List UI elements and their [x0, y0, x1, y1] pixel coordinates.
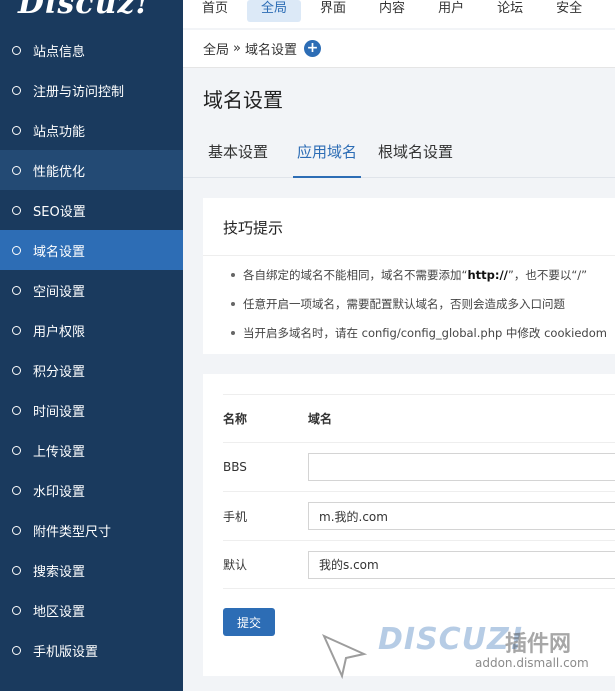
circle-icon: [12, 405, 21, 415]
circle-icon: [12, 645, 21, 655]
sidebar-item-site-features[interactable]: 站点功能: [0, 110, 183, 150]
row-label: 默认: [223, 558, 248, 572]
sidebar-item-watermark[interactable]: 水印设置: [0, 470, 183, 510]
sidebar-item-register-access[interactable]: 注册与访问控制: [0, 70, 183, 110]
col-domain-header: 域名: [308, 412, 333, 426]
sidebar-item-label: 站点信息: [33, 44, 86, 60]
nav-content[interactable]: 内容: [365, 0, 419, 22]
sidebar-item-region[interactable]: 地区设置: [0, 590, 183, 630]
breadcrumb-root[interactable]: 全局: [203, 39, 229, 58]
sidebar-item-label: 地区设置: [33, 604, 86, 620]
sidebar-item-user-permissions[interactable]: 用户权限: [0, 310, 183, 350]
circle-icon: [12, 85, 21, 95]
tip-bold: http://: [467, 268, 508, 282]
sidebar-item-label: 积分设置: [33, 364, 86, 380]
nav-users[interactable]: 用户: [424, 0, 478, 22]
mobile-domain-input[interactable]: [308, 502, 615, 530]
tips-panel: 技巧提示 各自绑定的域名不能相同，域名不需要添加“http://”，也不要以“/…: [203, 198, 615, 354]
sidebar-item-mobile[interactable]: 手机版设置: [0, 630, 183, 670]
sidebar-item-space[interactable]: 空间设置: [0, 270, 183, 310]
sidebar-menu: 站点信息 注册与访问控制 站点功能 性能优化 SEO设置 域名设置 空间设置 用…: [0, 30, 183, 670]
circle-icon: [12, 205, 21, 215]
tips-title: 技巧提示: [203, 198, 615, 256]
page-title: 域名设置: [203, 88, 283, 112]
sidebar-item-credits[interactable]: 积分设置: [0, 350, 183, 390]
add-shortcut-icon[interactable]: +: [304, 40, 321, 57]
form-row-default: 默认: [223, 540, 615, 589]
circle-icon: [12, 45, 21, 55]
col-name-header: 名称: [223, 412, 248, 426]
sidebar-item-upload[interactable]: 上传设置: [0, 430, 183, 470]
nav-interface[interactable]: 界面: [306, 0, 360, 22]
tab-app-domain[interactable]: 应用域名: [293, 130, 362, 178]
default-domain-input[interactable]: [308, 550, 615, 579]
breadcrumb-current: 域名设置: [244, 43, 297, 58]
circle-icon: [12, 365, 21, 375]
circle-icon: [12, 605, 21, 615]
sidebar-item-performance[interactable]: 性能优化: [0, 150, 183, 190]
circle-icon: [12, 445, 21, 455]
sidebar-item-search[interactable]: 搜索设置: [0, 550, 183, 590]
sidebar-item-label: 搜索设置: [33, 564, 86, 580]
sidebar-item-label: 域名设置: [33, 244, 86, 260]
sidebar-item-label: 站点功能: [33, 124, 86, 140]
row-label: 手机: [223, 509, 248, 524]
breadcrumb-separator: »: [233, 41, 241, 56]
sidebar-item-label: 附件类型尺寸: [33, 524, 112, 540]
sidebar-item-label: 时间设置: [33, 404, 86, 420]
sidebar-item-label: 上传设置: [33, 444, 86, 460]
tip-text: ”，也不要以“/”: [507, 268, 588, 282]
sidebar-item-label: 空间设置: [33, 284, 86, 300]
tip-item: 当开启多域名时，请在 config/config_global.php 中修改 …: [203, 319, 615, 348]
sidebar-item-label: 手机版设置: [33, 644, 99, 660]
discuz-logo[interactable]: Discuz!: [0, 0, 183, 30]
tip-text: 当开启多域名时，请在 config/config_global.php 中修改 …: [243, 326, 607, 340]
nav-forum[interactable]: 论坛: [483, 0, 537, 22]
sidebar-item-label: 注册与访问控制: [33, 84, 125, 100]
form-header-row: 名称 域名: [223, 394, 615, 442]
sidebar-item-site-info[interactable]: 站点信息: [0, 30, 183, 70]
circle-icon: [12, 525, 21, 535]
sidebar-item-label: 水印设置: [33, 484, 86, 500]
nav-security[interactable]: 安全: [542, 0, 596, 22]
sidebar-item-label: 用户权限: [33, 324, 86, 340]
form-row-mobile: 手机: [223, 491, 615, 540]
sidebar-item-seo[interactable]: SEO设置: [0, 190, 183, 230]
logo-text: Discuz!: [18, 0, 150, 21]
sidebar-item-label: 性能优化: [33, 164, 86, 180]
nav-global[interactable]: 全局: [247, 0, 302, 22]
breadcrumb: 全局 » 域名设置 +: [183, 30, 615, 68]
domain-form: 名称 域名 BBS 手机 默认 提交: [203, 374, 615, 676]
sidebar: Discuz! 站点信息 注册与访问控制 站点功能 性能优化 SEO设置 域名设…: [0, 0, 183, 691]
circle-icon: [12, 125, 21, 135]
top-nav: 首页 全局 界面 内容 用户 论坛 安全: [183, 0, 615, 28]
circle-icon: [12, 245, 21, 255]
circle-icon: [12, 485, 21, 495]
sidebar-item-domain[interactable]: 域名设置: [0, 230, 183, 270]
bbs-domain-input[interactable]: [308, 453, 615, 481]
circle-icon: [12, 565, 21, 575]
tab-bar: 基本设置 应用域名 根域名设置: [183, 130, 615, 178]
circle-icon: [12, 165, 21, 175]
row-label: BBS: [223, 460, 247, 474]
tips-list: 各自绑定的域名不能相同，域名不需要添加“http://”，也不要以“/” 任意开…: [203, 256, 615, 348]
sidebar-item-time[interactable]: 时间设置: [0, 390, 183, 430]
submit-button[interactable]: 提交: [223, 608, 275, 636]
form-row-bbs: BBS: [223, 442, 615, 491]
tab-root-domain-settings[interactable]: 根域名设置: [378, 130, 453, 178]
tip-text: 各自绑定的域名不能相同，域名不需要添加“: [243, 268, 468, 282]
nav-home[interactable]: 首页: [188, 0, 242, 22]
tip-text: 任意开启一项域名，需要配置默认域名，否则会造成多入口问题: [243, 297, 565, 311]
sidebar-item-label: SEO设置: [33, 204, 86, 220]
sidebar-item-attachment-types[interactable]: 附件类型尺寸: [0, 510, 183, 550]
tip-item: 各自绑定的域名不能相同，域名不需要添加“http://”，也不要以“/”: [203, 261, 615, 290]
circle-icon: [12, 325, 21, 335]
circle-icon: [12, 285, 21, 295]
tab-basic-settings[interactable]: 基本设置: [208, 130, 268, 178]
tip-item: 任意开启一项域名，需要配置默认域名，否则会造成多入口问题: [203, 290, 615, 319]
